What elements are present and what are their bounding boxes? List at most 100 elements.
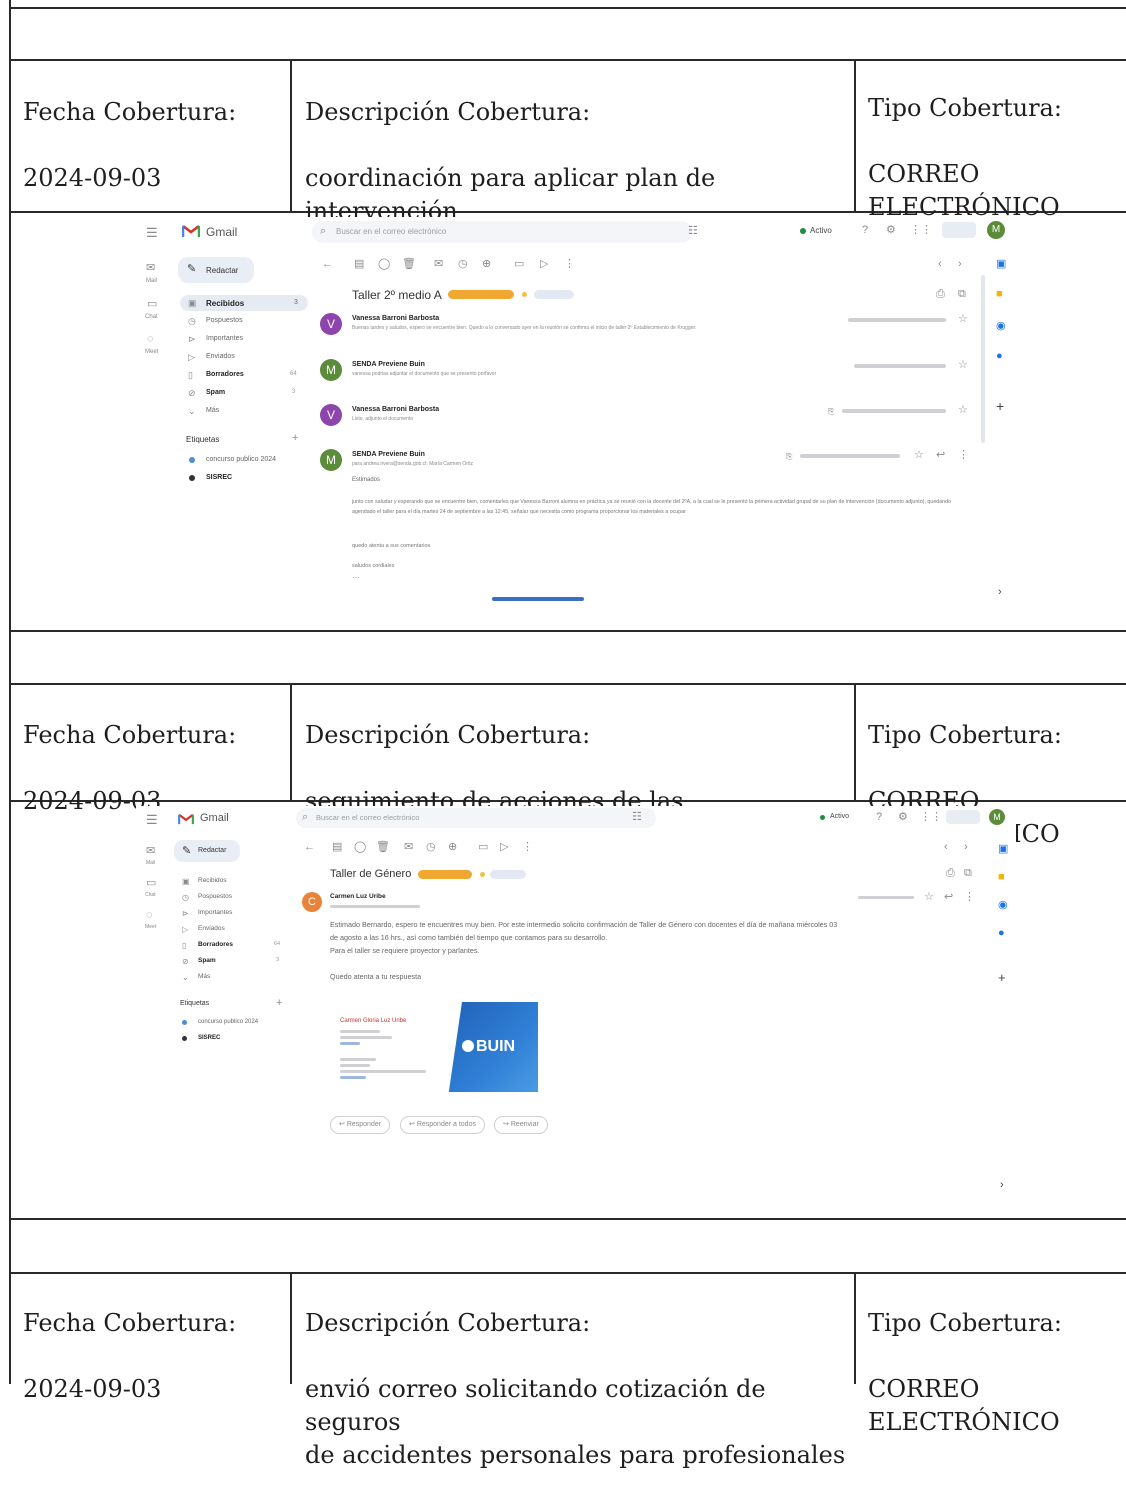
more-icon[interactable]: ⋮ <box>564 259 575 270</box>
label-icon[interactable]: ▷ <box>540 259 548 270</box>
horizontal-scrollbar[interactable] <box>492 597 584 601</box>
plus-icon[interactable]: + <box>276 998 282 1009</box>
mark-unread-icon[interactable]: ✉ <box>404 842 413 853</box>
chevron-left-icon[interactable]: ‹ <box>944 842 948 853</box>
menu-icon[interactable]: ☰ <box>146 226 158 239</box>
help-icon[interactable]: ? <box>876 812 882 823</box>
folder-item[interactable]: ⊳ Importantes <box>180 331 308 347</box>
list-item[interactable]: V Vanessa Barroni Barbosta Buenas tardes… <box>320 311 980 351</box>
add-addon-icon[interactable]: + <box>996 399 1004 413</box>
snooze-icon[interactable]: ◷ <box>458 259 468 270</box>
list-item[interactable]: M SENDA Previene Buin vanessa podrias ad… <box>320 357 980 397</box>
reply-all-button[interactable]: ↩ Responder a todos <box>400 1116 485 1134</box>
avatar[interactable]: M <box>987 221 1005 239</box>
apps-icon[interactable]: ⋮⋮ <box>920 812 942 823</box>
gear-icon[interactable]: ⚙ <box>898 812 908 823</box>
folder-item[interactable]: ▣ Recibidos <box>176 874 286 888</box>
star-icon[interactable]: ☆ <box>958 314 968 325</box>
label-icon[interactable]: ▷ <box>500 842 508 853</box>
menu-icon[interactable]: ☰ <box>146 813 158 826</box>
tag-label[interactable]: SISREC <box>206 474 232 481</box>
star-icon[interactable]: ☆ <box>958 405 968 416</box>
tasks-icon[interactable]: ◉ <box>996 321 1006 332</box>
trash-icon[interactable]: 🗑 <box>402 259 416 270</box>
calendar-icon[interactable]: ▣ <box>998 844 1008 855</box>
open-window-icon[interactable]: ⧉ <box>958 289 966 300</box>
move-icon[interactable]: ▭ <box>514 259 524 270</box>
reply-button[interactable]: ↩ Responder <box>330 1116 391 1134</box>
reply-icon[interactable]: ↩ <box>936 450 945 461</box>
folder-item[interactable]: ⊳ Importantes <box>176 906 286 920</box>
back-arrow-icon[interactable]: ← <box>304 842 315 853</box>
gear-icon[interactable]: ⚙ <box>886 225 896 236</box>
folder-item[interactable]: ▯ Borradores 64 <box>176 938 286 952</box>
plus-icon[interactable]: + <box>292 433 298 444</box>
chevron-left-icon[interactable]: ‹ <box>938 259 942 270</box>
chat-rail-icon[interactable]: ▭ <box>147 299 157 310</box>
trash-icon[interactable]: 🗑 <box>376 842 390 853</box>
folder-item[interactable]: ◷ Pospuestos <box>180 313 308 329</box>
print-icon[interactable]: ⎙ <box>936 289 945 300</box>
calendar-icon[interactable]: ▣ <box>996 259 1006 270</box>
folder-item[interactable]: ◷ Pospuestos <box>176 890 286 904</box>
chevron-right-icon[interactable]: › <box>964 842 968 853</box>
help-icon[interactable]: ? <box>862 225 868 236</box>
more-icon[interactable]: ⋮ <box>522 842 533 853</box>
report-icon[interactable]: ◯ <box>378 259 390 270</box>
filter-icon[interactable]: ☷ <box>632 812 642 823</box>
expand-icon[interactable]: › <box>998 587 1002 598</box>
meet-rail-icon[interactable]: ◌ <box>147 334 154 345</box>
snooze-icon[interactable]: ◷ <box>426 842 436 853</box>
task-icon[interactable]: ⊕ <box>482 259 491 270</box>
folder-item[interactable]: ⌄ Más <box>180 403 308 419</box>
archive-icon[interactable]: ▤ <box>332 842 342 853</box>
star-icon[interactable]: ☆ <box>924 892 934 903</box>
list-item[interactable]: V Vanessa Barroni Barbosta Listo, adjunt… <box>320 402 980 442</box>
apps-icon[interactable]: ⋮⋮ <box>910 225 932 236</box>
mail-rail-icon[interactable]: ✉ <box>146 263 155 274</box>
contacts-icon[interactable]: ● <box>996 351 1003 362</box>
star-icon[interactable]: ☆ <box>958 360 968 371</box>
star-icon[interactable]: ☆ <box>914 450 924 461</box>
compose-button[interactable]: ✎ Redactar <box>178 257 254 283</box>
mail-rail-icon[interactable]: ✉ <box>146 846 155 857</box>
chat-rail-icon[interactable]: ▭ <box>146 878 156 889</box>
more-icon[interactable]: ⋮ <box>958 450 969 461</box>
folder-item[interactable]: ▣ Recibidos 3 <box>180 295 308 311</box>
chevron-right-icon[interactable]: › <box>958 259 962 270</box>
search-bar[interactable]: ⌕ Buscar en el correo electrónico ☷ <box>296 808 656 828</box>
more-icon[interactable]: ⋮ <box>964 892 975 903</box>
tag-label[interactable]: concurso publico 2024 <box>198 1019 258 1025</box>
folder-item[interactable]: ⊘ Spam 3 <box>176 954 286 968</box>
archive-icon[interactable]: ▤ <box>354 259 364 270</box>
open-window-icon[interactable]: ⧉ <box>964 868 972 879</box>
search-input[interactable]: Buscar en el correo electrónico <box>316 813 419 822</box>
status-label[interactable]: Activo <box>830 813 849 820</box>
keep-icon[interactable]: ■ <box>996 289 1003 300</box>
add-addon-icon[interactable]: + <box>998 971 1006 984</box>
forward-button[interactable]: ↪ Reenviar <box>494 1116 548 1134</box>
search-bar[interactable]: ⌕ Buscar en el correo electrónico ☷ <box>312 221 698 243</box>
status-label[interactable]: Activo <box>810 226 832 235</box>
compose-button[interactable]: ✎ Redactar <box>174 840 240 862</box>
avatar[interactable]: M <box>989 809 1005 825</box>
tag-label[interactable]: concurso publico 2024 <box>206 456 276 463</box>
filter-icon[interactable]: ☷ <box>688 226 698 237</box>
print-icon[interactable]: ⎙ <box>946 868 955 879</box>
folder-item[interactable]: ▷ Enviados <box>176 922 286 936</box>
back-arrow-icon[interactable]: ← <box>322 259 333 270</box>
reply-icon[interactable]: ↩ <box>944 892 953 903</box>
report-icon[interactable]: ◯ <box>354 842 366 853</box>
expand-icon[interactable]: › <box>1000 1180 1004 1191</box>
folder-item[interactable]: ⌄ Más <box>176 970 286 984</box>
tag-label[interactable]: SISREC <box>198 1035 220 1041</box>
meet-rail-icon[interactable]: ◌ <box>146 910 153 921</box>
mark-unread-icon[interactable]: ✉ <box>434 259 443 270</box>
tasks-icon[interactable]: ◉ <box>998 900 1008 911</box>
search-input[interactable]: Buscar en el correo electrónico <box>336 227 446 236</box>
contacts-icon[interactable]: ● <box>998 928 1005 939</box>
task-icon[interactable]: ⊕ <box>448 842 457 853</box>
folder-item[interactable]: ▯ Borradores 64 <box>180 367 308 383</box>
move-icon[interactable]: ▭ <box>478 842 488 853</box>
keep-icon[interactable]: ■ <box>998 872 1005 883</box>
